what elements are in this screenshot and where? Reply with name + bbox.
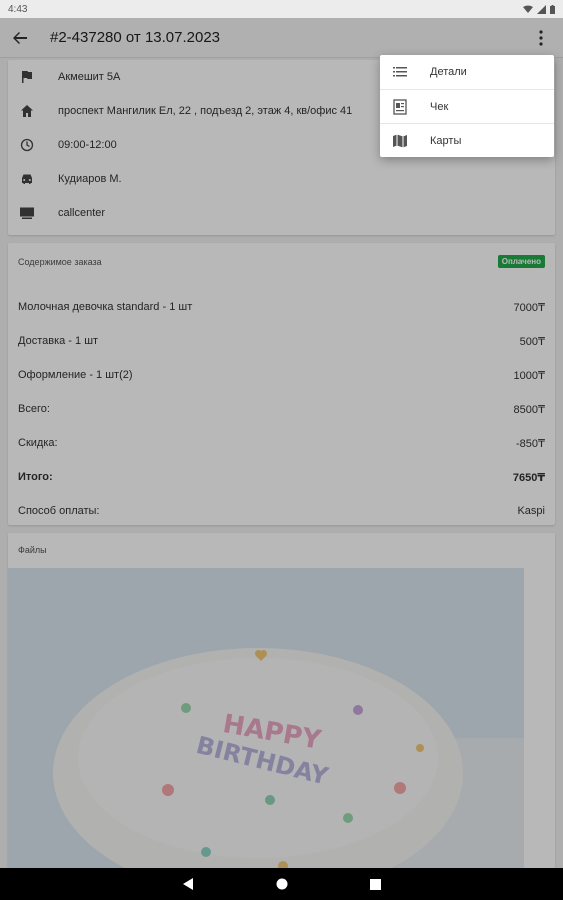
square-recents-icon — [370, 878, 381, 890]
list-icon — [390, 62, 410, 82]
menu-item-label: Карты — [430, 134, 462, 147]
status-icons — [523, 4, 555, 14]
menu-item-maps[interactable]: Карты — [380, 123, 554, 157]
circle-home-icon — [276, 878, 287, 890]
nav-recents-button[interactable] — [369, 877, 383, 891]
receipt-icon — [390, 97, 410, 117]
menu-item-label: Детали — [430, 66, 467, 78]
menu-item-details[interactable]: Детали — [380, 55, 554, 89]
nav-back-button[interactable] — [181, 877, 195, 891]
menu-item-label: Чек — [430, 100, 449, 113]
battery-icon — [550, 4, 555, 14]
signal-icon — [537, 4, 546, 14]
options-menu: Детали Чек Карты — [380, 55, 554, 157]
nav-home-button[interactable] — [275, 877, 289, 891]
wifi-icon — [523, 5, 533, 13]
menu-item-receipt[interactable]: Чек — [380, 89, 554, 123]
status-time: 4:43 — [8, 3, 28, 15]
triangle-back-icon — [182, 878, 193, 890]
map-icon — [390, 131, 410, 151]
system-nav-bar — [0, 868, 563, 900]
status-bar: 4:43 — [0, 0, 563, 18]
